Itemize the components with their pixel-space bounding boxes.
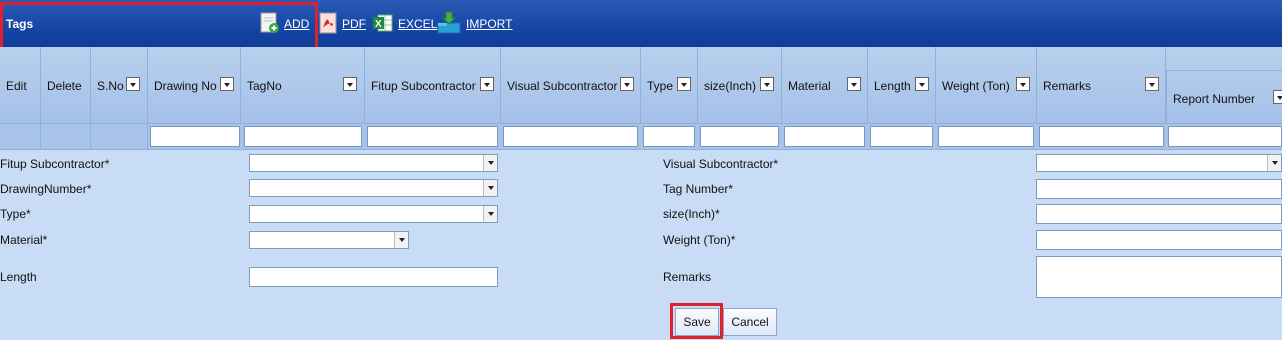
column-fitup-subcontractor[interactable]: Fitup Subcontractor [365, 47, 501, 124]
toolbar-highlight-box [0, 2, 318, 50]
column-length[interactable]: Length [868, 47, 936, 124]
material-label: Material* [0, 233, 48, 247]
chevron-down-icon[interactable] [483, 180, 497, 196]
column-type-filter-dropdown[interactable] [677, 77, 691, 91]
length-input[interactable] [249, 267, 498, 287]
column-size-filter-dropdown[interactable] [760, 77, 774, 91]
edit-form: Fitup Subcontractor* DrawingNumber* Type… [0, 150, 1282, 340]
column-type[interactable]: Type [641, 47, 698, 124]
import-label[interactable]: IMPORT [466, 17, 512, 31]
import-button[interactable]: IMPORT [436, 11, 512, 38]
import-icon [436, 11, 462, 38]
column-report-number-filter-dropdown[interactable] [1273, 90, 1282, 104]
filter-material-input[interactable] [784, 126, 865, 147]
column-weight-label: Weight (Ton) [942, 79, 1010, 93]
fitup-subcontractor-select[interactable] [249, 154, 498, 172]
column-remarks-filter-dropdown[interactable] [1145, 77, 1159, 91]
filter-length-input[interactable] [870, 126, 933, 147]
column-sno[interactable]: S.No [91, 47, 148, 124]
chevron-down-icon[interactable] [1267, 155, 1281, 171]
column-length-label: Length [874, 79, 911, 93]
column-material-label: Material [788, 79, 831, 93]
column-tag-no-filter-dropdown[interactable] [343, 77, 357, 91]
column-sno-label: S.No [97, 79, 124, 93]
weight-input[interactable] [1036, 230, 1282, 250]
column-edit[interactable]: Edit [0, 47, 41, 124]
remarks-textarea[interactable] [1036, 256, 1282, 298]
size-input[interactable] [1036, 204, 1282, 224]
pdf-label[interactable]: PDF [342, 17, 366, 31]
material-select[interactable] [249, 231, 409, 249]
column-visual-subcontractor-label: Visual Subcontractor [507, 79, 618, 93]
length-label: Length [0, 270, 37, 284]
column-edit-label: Edit [6, 79, 27, 93]
chevron-down-icon[interactable] [394, 232, 408, 248]
column-drawing-no-label: Drawing No [154, 79, 217, 93]
pdf-button[interactable]: PDF [318, 12, 366, 36]
chevron-down-icon[interactable] [483, 155, 497, 171]
column-length-filter-dropdown[interactable] [915, 77, 929, 91]
grid-header: Edit Delete S.No Drawing No TagNo Fitup … [0, 47, 1282, 124]
column-visual-subcontractor-filter-dropdown[interactable] [620, 77, 634, 91]
tag-number-input[interactable] [1036, 179, 1282, 199]
filter-tag-no-input[interactable] [244, 126, 362, 147]
filter-row [0, 124, 1282, 150]
column-size-label: size(Inch) [704, 79, 757, 93]
filter-size-input[interactable] [700, 126, 779, 147]
column-sno-filter-dropdown[interactable] [126, 77, 140, 91]
chevron-down-icon[interactable] [483, 206, 497, 222]
filter-type-input[interactable] [643, 126, 695, 147]
filter-cell-sno [91, 124, 148, 150]
type-select[interactable] [249, 205, 498, 223]
column-delete-label: Delete [47, 79, 82, 93]
column-delete[interactable]: Delete [41, 47, 91, 124]
column-fitup-subcontractor-filter-dropdown[interactable] [480, 77, 494, 91]
excel-button[interactable]: X EXCEL [372, 12, 437, 36]
fitup-subcontractor-label: Fitup Subcontractor* [0, 157, 110, 171]
filter-fitup-subcontractor-input[interactable] [367, 126, 498, 147]
filter-weight-input[interactable] [938, 126, 1034, 147]
cancel-button[interactable]: Cancel [723, 308, 777, 336]
filter-drawing-no-input[interactable] [150, 126, 240, 147]
pdf-icon [318, 12, 338, 37]
excel-label[interactable]: EXCEL [398, 17, 437, 31]
size-label: size(Inch)* [663, 207, 720, 221]
drawing-number-label: DrawingNumber* [0, 182, 92, 196]
column-report-number-label: Report Number [1173, 92, 1256, 106]
column-weight-filter-dropdown[interactable] [1016, 77, 1030, 91]
column-remarks-label: Remarks [1043, 79, 1092, 93]
column-tag-no[interactable]: TagNo [241, 47, 365, 124]
visual-subcontractor-label: Visual Subcontractor* [663, 157, 779, 171]
column-drawing-no-filter-dropdown[interactable] [220, 77, 234, 91]
column-size[interactable]: size(Inch) [698, 47, 782, 124]
save-highlight-box [670, 303, 723, 339]
column-drawing-no[interactable]: Drawing No [148, 47, 241, 124]
column-material-filter-dropdown[interactable] [847, 77, 861, 91]
column-tag-no-label: TagNo [247, 79, 282, 93]
tag-number-label: Tag Number* [663, 182, 734, 196]
filter-cell-delete [41, 124, 91, 150]
column-report-number[interactable]: Report Number [1166, 70, 1282, 124]
column-weight[interactable]: Weight (Ton) [936, 47, 1037, 124]
column-fitup-subcontractor-label: Fitup Subcontractor [371, 79, 476, 93]
filter-cell-edit [0, 124, 41, 150]
column-visual-subcontractor[interactable]: Visual Subcontractor [501, 47, 641, 124]
filter-remarks-input[interactable] [1039, 126, 1164, 147]
column-type-label: Type [647, 79, 674, 93]
type-label: Type* [0, 207, 31, 221]
column-material[interactable]: Material [782, 47, 868, 124]
svg-text:X: X [375, 19, 382, 30]
remarks-label: Remarks [663, 270, 712, 284]
filter-report-number-input[interactable] [1168, 126, 1282, 147]
excel-icon: X [372, 12, 394, 37]
filter-visual-subcontractor-input[interactable] [503, 126, 638, 147]
drawing-number-select[interactable] [249, 179, 498, 197]
visual-subcontractor-select[interactable] [1036, 154, 1282, 172]
column-remarks[interactable]: Remarks [1037, 47, 1166, 124]
weight-label: Weight (Ton)* [663, 233, 736, 247]
